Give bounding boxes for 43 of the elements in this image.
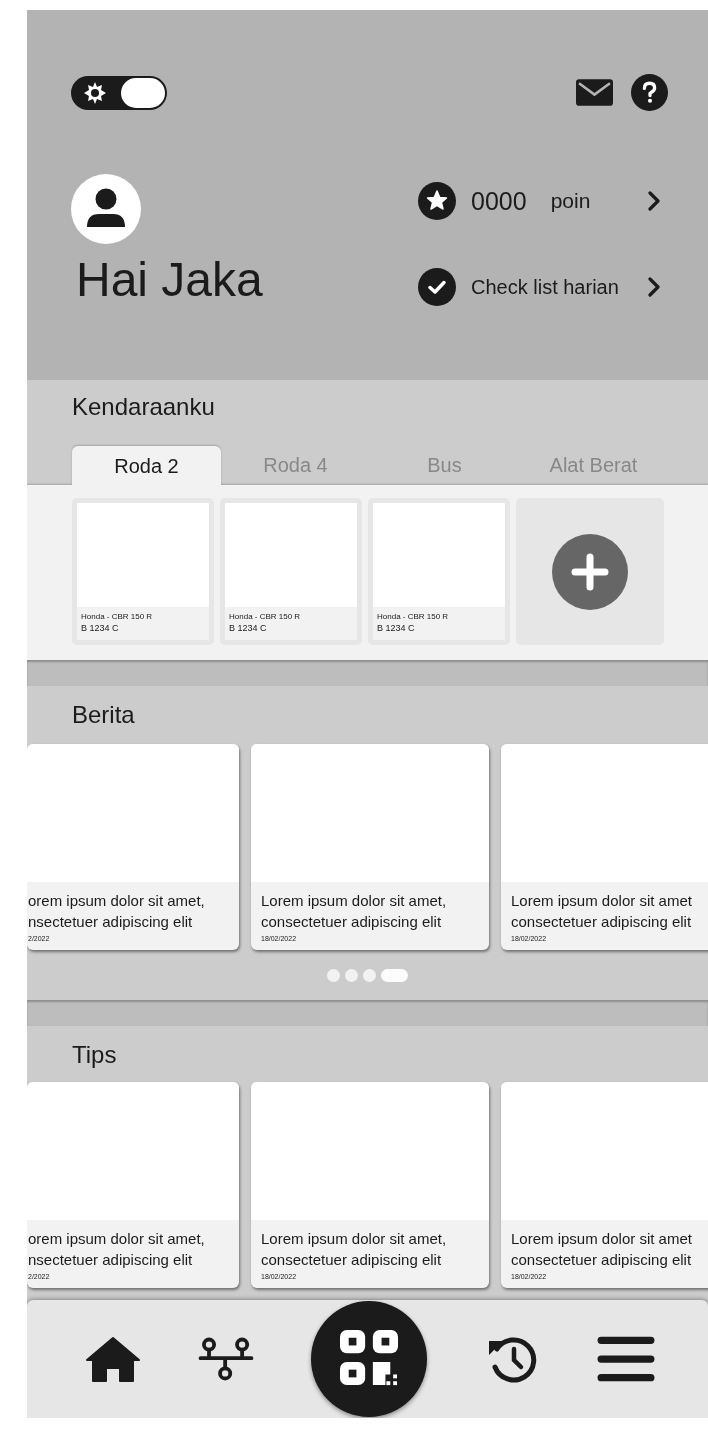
card-title: orem ipsum dolor sit amet, nsectetuer adipiscing elit bbox=[28, 1229, 206, 1270]
sun-icon bbox=[83, 80, 107, 105]
theme-toggle[interactable] bbox=[71, 75, 167, 110]
vehicle-plate: B 1234 C bbox=[373, 621, 505, 640]
vehicle-card[interactable]: Honda - CBR 150 R B 1234 C bbox=[368, 498, 510, 645]
greeting: Hai Jaka bbox=[76, 252, 263, 307]
card-title: Lorem ipsum dolor sit amet, consectetuer adipiscing elit bbox=[261, 1229, 448, 1270]
section-title: Tips bbox=[71, 1040, 118, 1070]
page-dot[interactable] bbox=[327, 968, 340, 982]
mail-icon[interactable] bbox=[576, 79, 613, 106]
avatar-icon bbox=[71, 174, 141, 244]
section-title: Kendaraanku bbox=[71, 392, 216, 422]
check-icon bbox=[418, 268, 456, 306]
vehicle-plate: B 1234 C bbox=[77, 621, 209, 640]
card-title: Lorem ipsum dolor sit amet consectetuer adipiscing elit bbox=[511, 1229, 693, 1270]
menu-icon[interactable] bbox=[596, 1335, 655, 1383]
page-dot[interactable] bbox=[345, 968, 358, 982]
qr-code-icon bbox=[340, 1330, 398, 1388]
points-value: 0000 bbox=[471, 186, 527, 216]
add-vehicle-button[interactable] bbox=[516, 498, 664, 645]
vehicle-model: Honda - CBR 150 R bbox=[77, 607, 209, 621]
vehicle-card[interactable]: Honda - CBR 150 R B 1234 C bbox=[72, 498, 214, 645]
vehicle-card[interactable]: Honda - CBR 150 R B 1234 C bbox=[220, 498, 362, 645]
vehicle-model: Honda - CBR 150 R bbox=[225, 607, 357, 621]
points-link[interactable]: 0000 poin bbox=[418, 182, 668, 220]
checklist-link[interactable]: Check list harian bbox=[418, 268, 668, 306]
vehicle-plate: B 1234 C bbox=[225, 621, 357, 640]
plus-icon bbox=[552, 533, 628, 610]
section-title: Berita bbox=[71, 700, 136, 730]
vehicle-model: Honda - CBR 150 R bbox=[373, 607, 505, 621]
card-title: Lorem ipsum dolor sit amet, consectetuer adipiscing elit bbox=[261, 891, 448, 932]
card-title: Lorem ipsum dolor sit amet consectetuer adipiscing elit bbox=[511, 891, 693, 932]
help-icon[interactable] bbox=[631, 74, 668, 111]
vehicle-tab[interactable]: Roda 2 bbox=[72, 446, 221, 485]
card-title: orem ipsum dolor sit amet, nsectetuer adipiscing elit bbox=[28, 891, 206, 932]
page-dot[interactable] bbox=[363, 968, 376, 982]
chevron-icon bbox=[648, 191, 660, 211]
qr-scan-button[interactable] bbox=[311, 1301, 427, 1417]
network-icon[interactable] bbox=[198, 1335, 255, 1383]
checklist-label: Check list harian bbox=[471, 275, 619, 299]
chevron-icon bbox=[648, 277, 660, 297]
points-unit: poin bbox=[550, 189, 591, 213]
home-icon[interactable] bbox=[85, 1335, 142, 1383]
